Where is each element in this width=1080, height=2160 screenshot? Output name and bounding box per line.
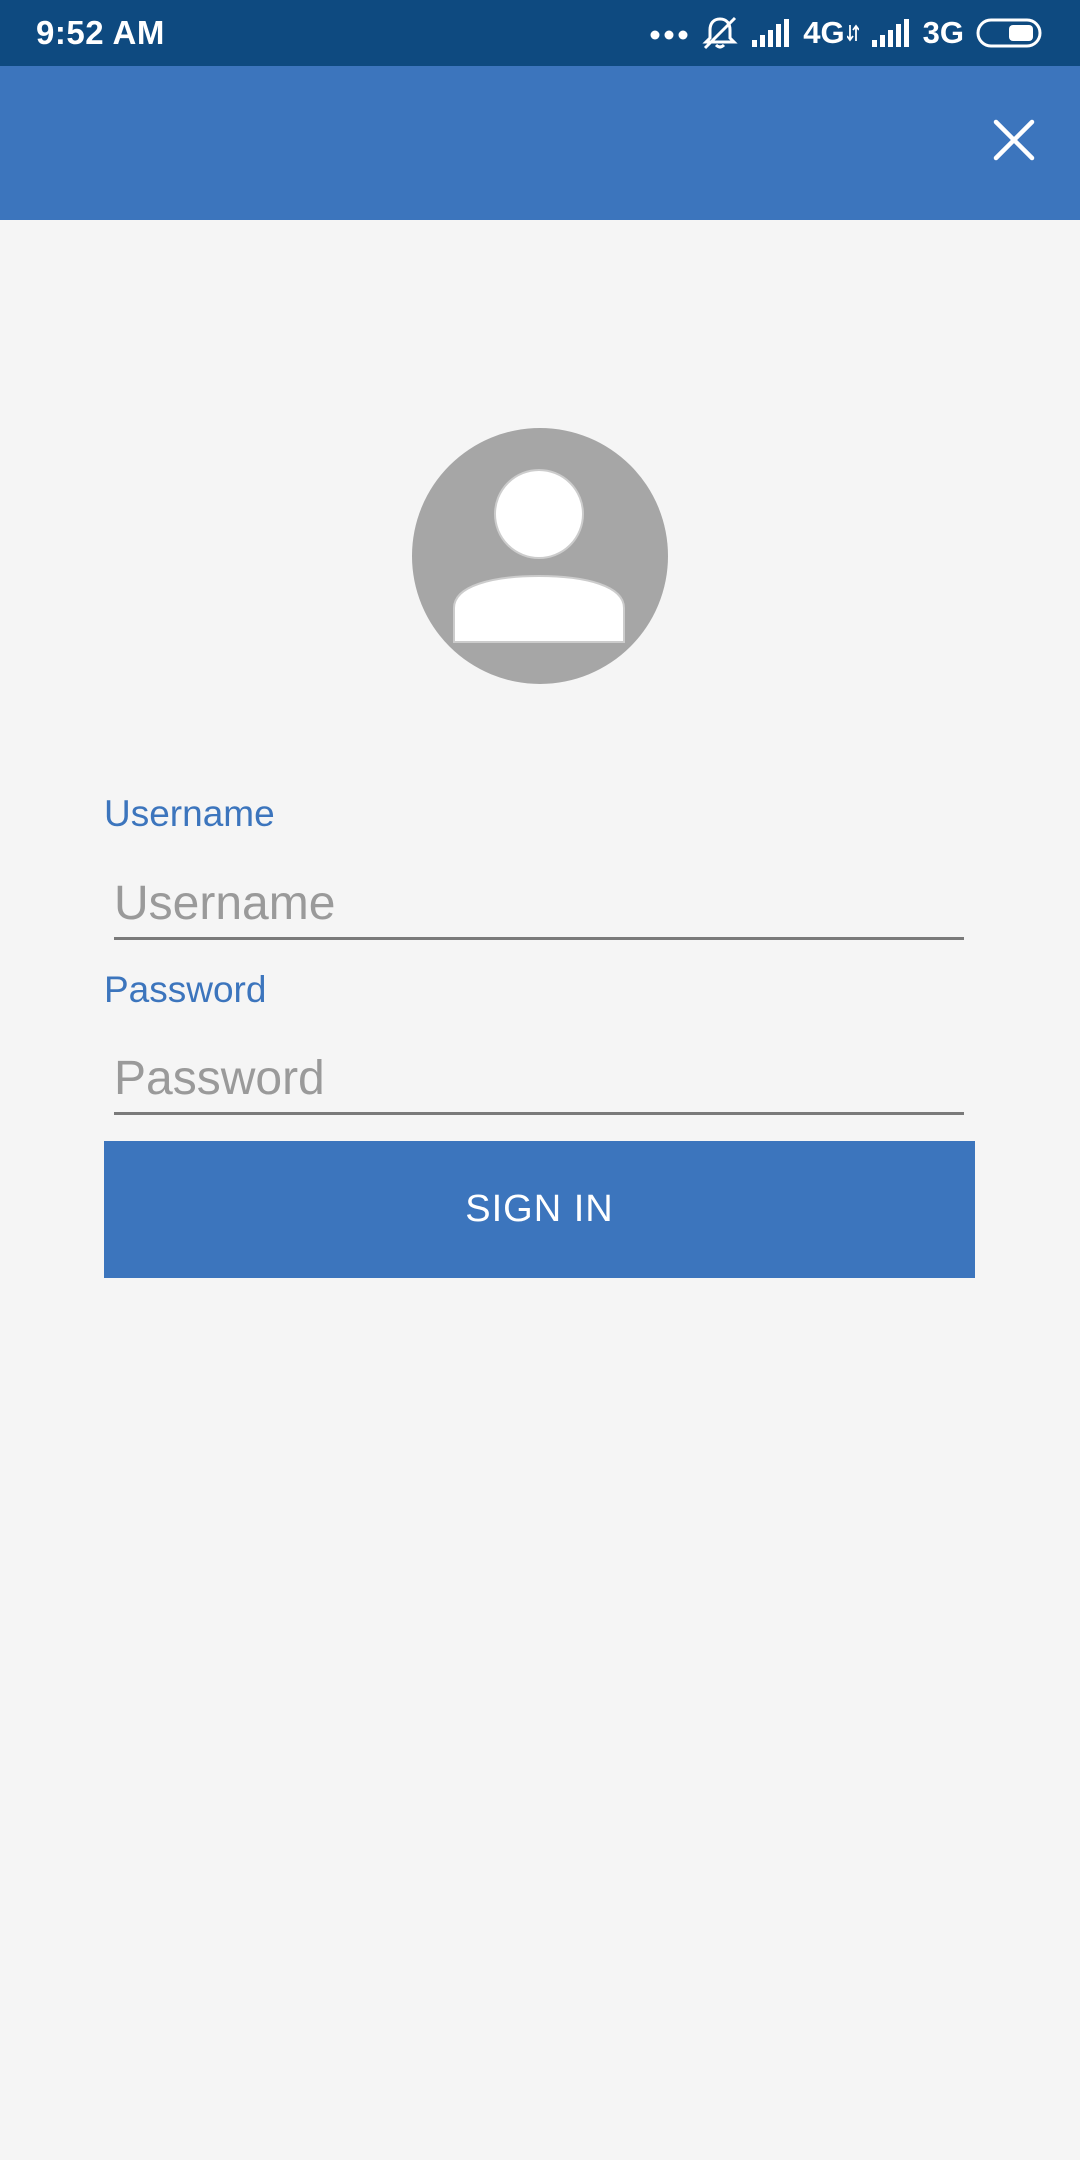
silent-bell-icon <box>701 15 739 51</box>
password-label: Password <box>104 969 267 1010</box>
network-label-1: 4G <box>803 15 845 50</box>
network-label-2: 3G <box>922 15 964 50</box>
avatar <box>412 428 668 684</box>
signal-icon-2 <box>871 18 911 48</box>
status-time: 9:52 AM <box>36 14 165 51</box>
login-screen: 9:52 AM 4G 3G Username Username Password… <box>0 0 1080 2160</box>
person-icon <box>412 469 668 684</box>
status-icons: 4G 3G <box>649 12 1044 54</box>
more-dots-icon <box>649 26 689 40</box>
status-bar: 9:52 AM 4G 3G <box>0 0 1080 66</box>
battery-icon <box>976 17 1044 49</box>
close-icon <box>992 118 1036 167</box>
data-arrows-icon <box>846 23 859 43</box>
signal-icon <box>751 18 791 48</box>
username-input[interactable] <box>114 870 964 940</box>
close-button[interactable] <box>984 112 1044 172</box>
app-bar <box>0 66 1080 220</box>
password-input[interactable] <box>114 1045 964 1115</box>
username-label: Username <box>104 793 275 834</box>
sign-in-button[interactable]: SIGN IN <box>104 1141 975 1278</box>
